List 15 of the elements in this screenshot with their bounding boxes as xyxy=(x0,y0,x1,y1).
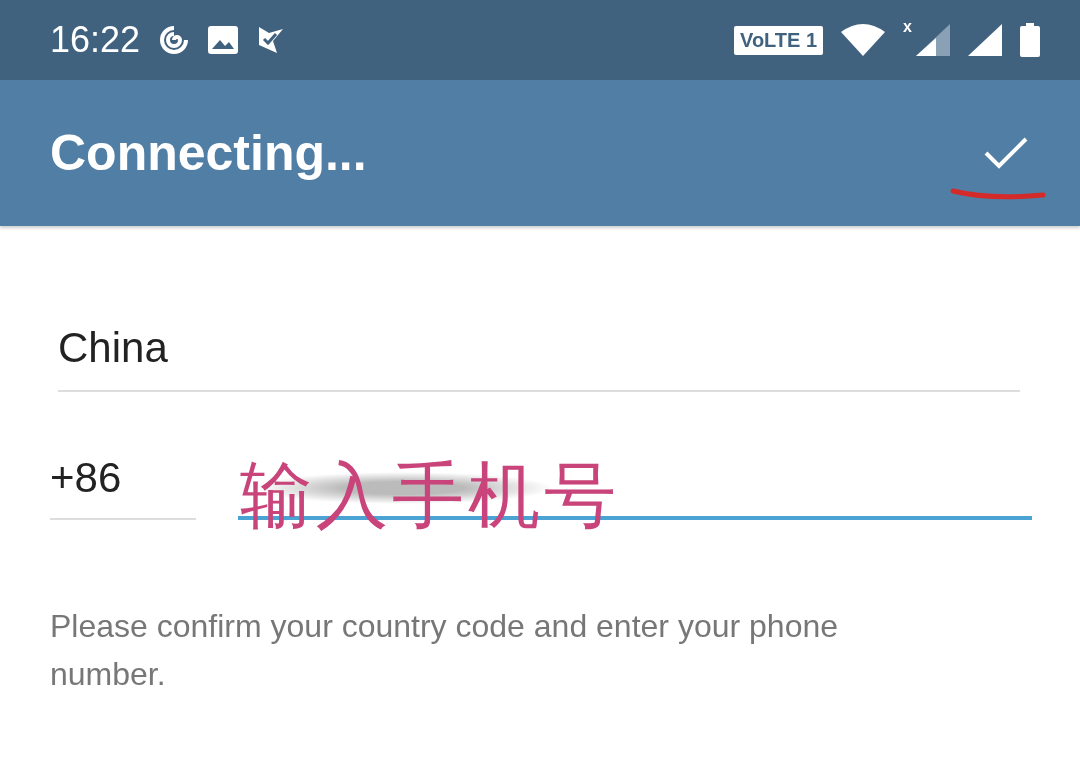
signal-icon xyxy=(916,24,950,56)
swirl-icon xyxy=(158,24,191,56)
no-sim-mark: x xyxy=(903,18,912,36)
country-code-field[interactable]: +86 xyxy=(50,454,196,520)
image-icon xyxy=(208,26,239,54)
annotation-text: 输入手机号 xyxy=(240,452,620,539)
wifi-icon xyxy=(841,24,886,56)
clock-time: 16:22 xyxy=(50,19,141,61)
check-icon xyxy=(983,135,1029,171)
app-title: Connecting... xyxy=(50,124,368,182)
hint-text: Please confirm your country code and enter your phone number. xyxy=(50,607,839,694)
battery-icon xyxy=(1020,23,1040,57)
volte-badge: VoLTE 1 xyxy=(734,25,824,55)
signal-icon xyxy=(968,24,1002,56)
country-field[interactable]: China xyxy=(58,314,1020,392)
